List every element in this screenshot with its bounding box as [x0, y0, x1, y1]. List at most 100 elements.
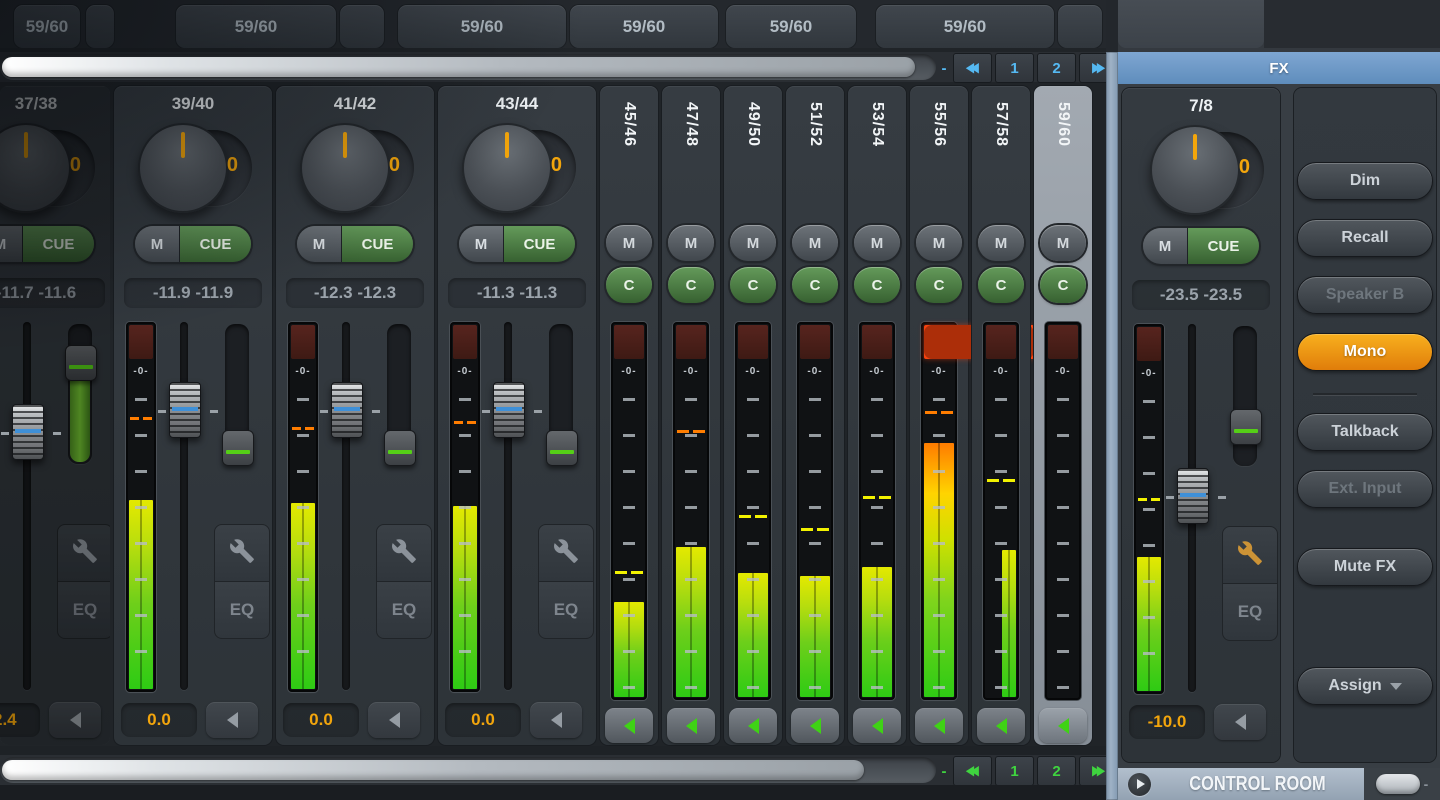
fader-value[interactable]: -2.4	[0, 703, 40, 737]
cue-button[interactable]: C	[668, 267, 714, 303]
channel-strip-53-54[interactable]: 53/54MC-0-	[848, 86, 906, 745]
volume-fader-handle[interactable]	[169, 382, 201, 438]
expand-button[interactable]	[605, 708, 653, 743]
upper-channel-output-button[interactable]: 59/60	[726, 5, 856, 48]
mute-button[interactable]: M	[459, 226, 504, 262]
mute-button[interactable]: M	[978, 225, 1024, 261]
cue-send-handle[interactable]	[1230, 409, 1262, 445]
volume-fader-handle[interactable]	[1177, 468, 1209, 524]
expand-button[interactable]	[977, 708, 1025, 743]
settings-button[interactable]	[538, 524, 594, 582]
upper-channel-output-button[interactable]: 59/60	[570, 5, 718, 48]
gain-knob[interactable]	[1150, 125, 1240, 215]
cue-button[interactable]: CUE	[1188, 228, 1259, 264]
fader-track[interactable]	[504, 322, 512, 690]
cue-send-slider-track[interactable]	[225, 324, 249, 464]
cue-button[interactable]: CUE	[23, 226, 94, 262]
pager-first-button[interactable]: ◀◀	[953, 53, 992, 83]
expand-button[interactable]	[791, 708, 839, 743]
upper-channel-blank-button[interactable]	[1058, 5, 1102, 48]
collapse-button[interactable]	[49, 702, 101, 738]
mute-fx-button[interactable]: Mute FX	[1297, 548, 1433, 586]
recall-button[interactable]: Recall	[1297, 219, 1433, 257]
vertical-scrollbar[interactable]	[1106, 52, 1118, 800]
mute-button[interactable]: M	[297, 226, 342, 262]
channel-strip-57-58[interactable]: 57/58MC-0-	[972, 86, 1030, 745]
fader-value[interactable]: -10.0	[1129, 705, 1205, 739]
mute-button[interactable]: M	[606, 225, 652, 261]
channel-strip-51-52[interactable]: 51/52MC-0-	[786, 86, 844, 745]
cue-button[interactable]: CUE	[180, 226, 251, 262]
eq-button[interactable]: EQ	[57, 582, 110, 639]
gain-knob[interactable]	[462, 123, 552, 213]
cue-button[interactable]: C	[730, 267, 776, 303]
channel-strip-45-46[interactable]: 45/46MC-0-	[600, 86, 658, 745]
bottom-scrollbar-thumb[interactable]	[2, 760, 864, 780]
talkback-button[interactable]: Talkback	[1297, 413, 1433, 451]
pager-page2-button[interactable]: 2	[1037, 756, 1076, 786]
upper-channel-output-button[interactable]: 59/60	[176, 5, 336, 48]
fader-track[interactable]	[180, 322, 188, 690]
cue-send-slider-track[interactable]	[387, 324, 411, 464]
expand-button[interactable]	[667, 708, 715, 743]
cue-button[interactable]: C	[916, 267, 962, 303]
cue-send-slider-track[interactable]	[549, 324, 573, 464]
upper-channel-output-button[interactable]: 59/60	[398, 5, 566, 48]
mute-button[interactable]: M	[0, 226, 23, 262]
mute-button[interactable]: M	[730, 225, 776, 261]
cue-send-handle[interactable]	[65, 345, 97, 381]
mute-button[interactable]: M	[792, 225, 838, 261]
cue-button[interactable]: C	[792, 267, 838, 303]
settings-button[interactable]	[376, 524, 432, 582]
fader-value[interactable]: 0.0	[121, 703, 197, 737]
channel-strip-59-60[interactable]: 59/60MC-0-	[1034, 86, 1092, 745]
cue-send-slider-track[interactable]	[68, 324, 92, 464]
channel-strip-47-48[interactable]: 47/48MC-0-	[662, 86, 720, 745]
speaker-b-button[interactable]: Speaker B	[1297, 276, 1433, 314]
eq-button[interactable]: EQ	[538, 582, 594, 639]
cue-button[interactable]: CUE	[504, 226, 575, 262]
cue-button[interactable]: C	[1040, 267, 1086, 303]
mute-button[interactable]: M	[916, 225, 962, 261]
expand-button[interactable]	[729, 708, 777, 743]
cue-send-slider-track[interactable]	[1233, 326, 1257, 466]
collapse-button[interactable]	[1214, 704, 1266, 740]
eq-button[interactable]: EQ	[214, 582, 270, 639]
cue-button[interactable]: C	[854, 267, 900, 303]
pager-first-button[interactable]: ◀◀	[953, 756, 992, 786]
upper-channel-blank-button[interactable]	[340, 5, 384, 48]
collapse-button[interactable]	[368, 702, 420, 738]
channel-strip-55-56[interactable]: 55/56MC-0-	[910, 86, 968, 745]
control-room-expand-button[interactable]	[1128, 773, 1151, 796]
volume-fader-handle[interactable]	[331, 382, 363, 438]
settings-button[interactable]	[214, 524, 270, 582]
collapse-button[interactable]	[530, 702, 582, 738]
cue-send-handle[interactable]	[384, 430, 416, 466]
control-room-toggle[interactable]	[1376, 774, 1420, 794]
assign-button[interactable]: Assign	[1297, 667, 1433, 705]
mute-button[interactable]: M	[135, 226, 180, 262]
gain-knob[interactable]	[300, 123, 390, 213]
gain-knob[interactable]	[138, 123, 228, 213]
pager-page1-button[interactable]: 1	[995, 756, 1034, 786]
volume-fader-handle[interactable]	[12, 404, 44, 460]
volume-fader-handle[interactable]	[493, 382, 525, 438]
mono-button[interactable]: Mono	[1297, 333, 1433, 371]
mute-button[interactable]: M	[1040, 225, 1086, 261]
eq-button[interactable]: EQ	[1222, 584, 1278, 641]
cue-button[interactable]: CUE	[342, 226, 413, 262]
gain-knob[interactable]	[0, 123, 71, 213]
fader-track[interactable]	[23, 322, 31, 690]
bottom-scrollbar-track[interactable]	[0, 757, 936, 783]
cue-send-handle[interactable]	[546, 430, 578, 466]
pager-page2-button[interactable]: 2	[1037, 53, 1076, 83]
eq-button[interactable]: EQ	[376, 582, 432, 639]
fader-value[interactable]: 0.0	[445, 703, 521, 737]
expand-button[interactable]	[853, 708, 901, 743]
mute-button[interactable]: M	[854, 225, 900, 261]
settings-button[interactable]	[57, 524, 110, 582]
upper-channel-output-button[interactable]: 59/60	[876, 5, 1054, 48]
pager-page1-button[interactable]: 1	[995, 53, 1034, 83]
ext-input-button[interactable]: Ext. Input	[1297, 470, 1433, 508]
expand-button[interactable]	[1039, 708, 1087, 743]
